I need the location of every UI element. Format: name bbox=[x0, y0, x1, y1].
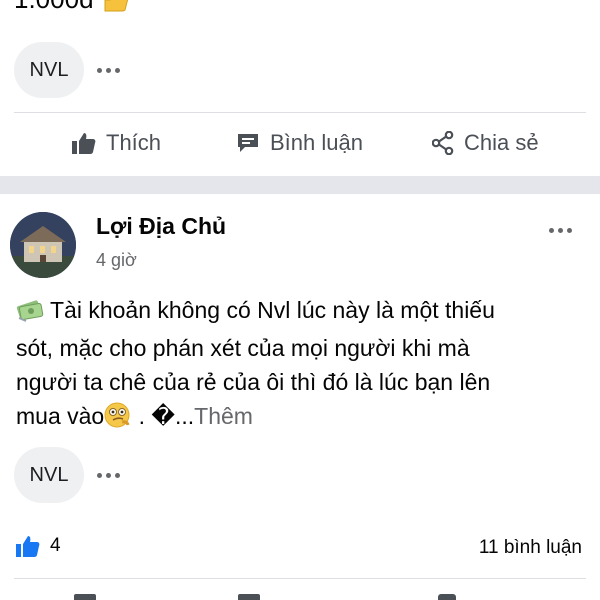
tag-chip-nvl[interactable]: NVL bbox=[14, 42, 84, 98]
tag-chip-nvl[interactable]: NVL bbox=[14, 447, 84, 503]
thumbs-up-emoji-icon bbox=[101, 0, 129, 13]
comment-button[interactable]: Bình luận bbox=[236, 130, 363, 156]
dot-icon bbox=[97, 472, 102, 478]
dot-icon bbox=[106, 472, 111, 478]
share-button[interactable]: Chia sẻ bbox=[432, 130, 539, 156]
divider bbox=[14, 578, 586, 579]
post-body: Tài khoản không có Nvl lúc này là một th… bbox=[16, 293, 586, 437]
share-button-partial[interactable] bbox=[438, 594, 456, 600]
post-text-line: sót, mặc cho phán xét của mọi người khi … bbox=[16, 335, 470, 361]
like-count: 4 bbox=[50, 535, 61, 556]
thinking-face-emoji-icon bbox=[104, 402, 132, 437]
like-button[interactable]: Thích bbox=[72, 130, 161, 156]
dot-icon bbox=[97, 67, 102, 73]
tag-more-button[interactable] bbox=[97, 63, 120, 77]
dot-icon bbox=[558, 227, 563, 233]
post-timestamp[interactable]: 4 giờ bbox=[96, 250, 137, 271]
like-reaction-icon bbox=[16, 536, 40, 557]
comment-icon bbox=[238, 134, 258, 152]
money-emoji-icon bbox=[16, 297, 44, 331]
dot-icon bbox=[549, 227, 554, 233]
dot-icon bbox=[106, 67, 111, 73]
post-options-button[interactable] bbox=[549, 223, 572, 237]
post-text-line: Tài khoản không có Nvl lúc này là một th… bbox=[16, 293, 586, 331]
dot-icon bbox=[115, 472, 120, 478]
post-separator bbox=[0, 176, 600, 194]
like-button-partial[interactable] bbox=[74, 594, 96, 600]
see-more-link[interactable]: Thêm bbox=[194, 403, 253, 429]
post-text-line: người ta chê của rẻ của ôi thì đó là lúc… bbox=[16, 369, 491, 395]
previous-post-text-fragment: 1.000đ bbox=[14, 0, 129, 15]
avatar[interactable] bbox=[10, 212, 76, 278]
post-author-name[interactable]: Lợi Địa Chủ bbox=[96, 213, 226, 240]
comment-button-partial[interactable] bbox=[238, 594, 260, 600]
share-icon bbox=[432, 131, 454, 155]
post-text-line: mua vào . �...Thêm bbox=[16, 399, 586, 437]
thumbs-up-icon bbox=[72, 133, 96, 154]
tag-more-button[interactable] bbox=[97, 468, 120, 482]
dot-icon bbox=[567, 227, 572, 233]
avatar-house-image bbox=[10, 212, 76, 278]
comment-count-link[interactable]: 11 bình luận bbox=[479, 537, 582, 559]
reaction-summary[interactable]: 4 bbox=[16, 535, 61, 557]
dot-icon bbox=[115, 67, 120, 73]
divider bbox=[14, 112, 586, 113]
